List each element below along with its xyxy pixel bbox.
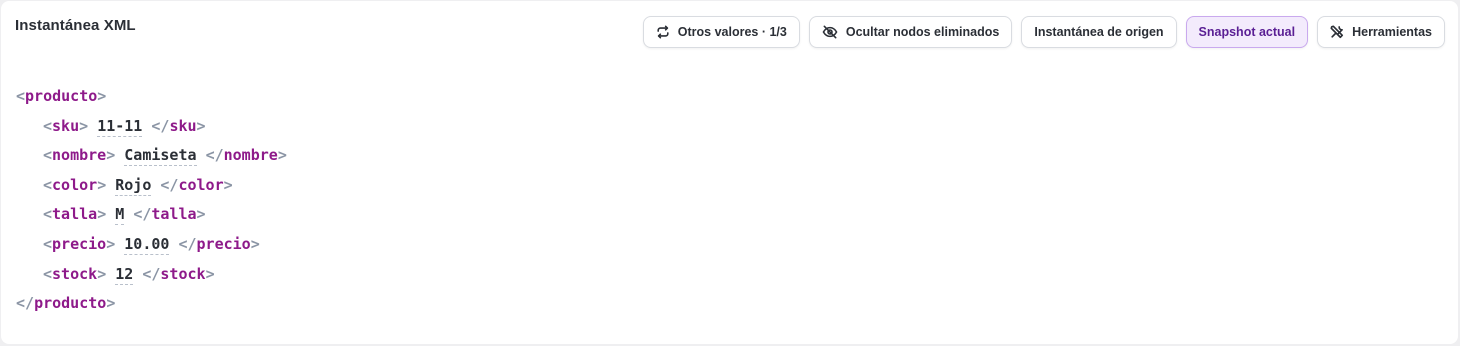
xml-value[interactable]: Rojo [115, 175, 152, 196]
xml-value[interactable]: 12 [115, 264, 134, 285]
xml-element-line: <stock> 12 </stock> [43, 264, 215, 285]
toolbar: Otros valores · 1/3 Ocultar nodos elimin… [642, 16, 1445, 48]
current-snapshot-button[interactable]: Snapshot actual [1185, 16, 1309, 48]
tools-button[interactable]: Herramientas [1317, 16, 1445, 48]
xml-element-line: <sku> 11-11 </sku> [43, 116, 206, 137]
xml-value[interactable]: 11-11 [97, 116, 143, 137]
xml-tag: producto [25, 87, 98, 105]
xml-element-line: <color> Rojo </color> [43, 175, 233, 196]
xml-element-line: <talla> M </talla> [43, 205, 206, 226]
source-snapshot-button[interactable]: Instantánea de origen [1021, 16, 1177, 48]
xml-tag: talla [52, 205, 98, 224]
current-snapshot-label: Snapshot actual [1198, 25, 1296, 39]
other-values-button[interactable]: Otros valores · 1/3 [642, 16, 800, 48]
xml-tag: precio [196, 234, 251, 253]
xml-tag: talla [151, 205, 197, 224]
xml-snapshot-panel: Instantánea XML Otros valores · 1/3 Ocul… [1, 1, 1458, 344]
tools-label: Herramientas [1352, 25, 1432, 39]
xml-tag: stock [160, 264, 206, 283]
xml-tag: color [52, 175, 98, 194]
xml-value[interactable]: M [115, 205, 125, 226]
xml-value[interactable]: Camiseta [124, 146, 197, 167]
xml-root-close-line: </producto> [16, 294, 116, 313]
xml-code-view: <producto> <sku> 11-11 </sku> <nombre> C… [16, 82, 287, 319]
xml-tag: sku [52, 116, 80, 135]
other-values-label: Otros valores · 1/3 [677, 25, 787, 39]
tools-icon [1330, 25, 1344, 39]
xml-tag: precio [52, 234, 107, 253]
xml-tag: stock [52, 264, 98, 283]
panel-title: Instantánea XML [15, 17, 136, 34]
source-snapshot-label: Instantánea de origen [1034, 25, 1164, 39]
xml-tag: sku [169, 116, 197, 135]
eye-off-icon [822, 25, 838, 39]
refresh-icon [656, 25, 670, 39]
xml-tag: producto [34, 294, 107, 313]
hide-deleted-nodes-button[interactable]: Ocultar nodos eliminados [808, 16, 1013, 48]
xml-root-open-line: <producto> [16, 87, 107, 105]
xml-element-line: <precio> 10.00 </precio> [43, 234, 260, 255]
xml-element-line: <nombre> Camiseta </nombre> [43, 146, 287, 167]
xml-tag: nombre [52, 146, 107, 165]
xml-tag: color [178, 175, 224, 194]
xml-tag: nombre [223, 146, 278, 165]
hide-deleted-label: Ocultar nodos eliminados [845, 25, 1000, 39]
xml-value[interactable]: 10.00 [124, 234, 170, 255]
